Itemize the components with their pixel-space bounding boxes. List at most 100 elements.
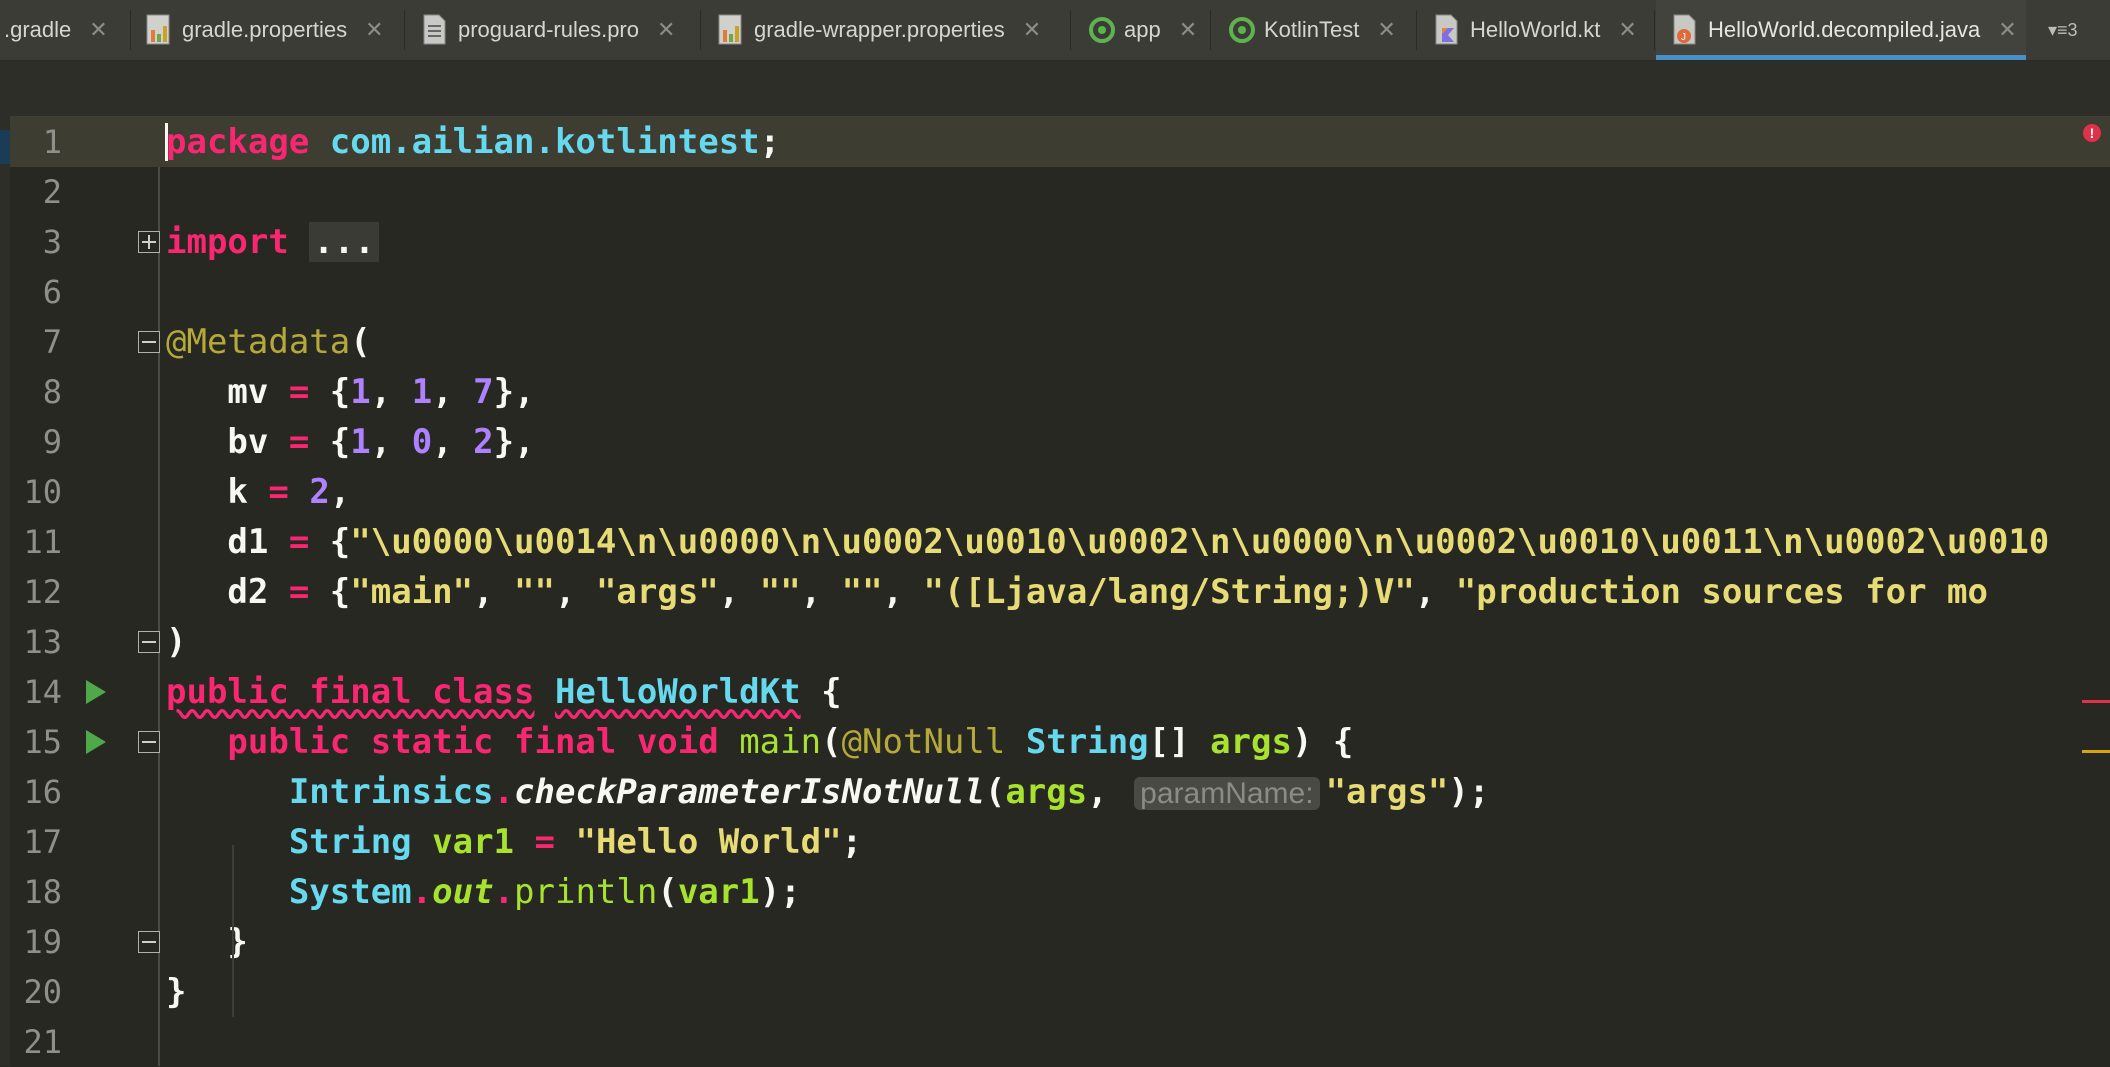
line-number[interactable]: 19 — [10, 917, 62, 967]
code-line[interactable]: 18 System.out.println(var1); — [10, 867, 2110, 917]
close-icon[interactable]: ✕ — [1023, 17, 1041, 43]
code-text: System.out.println(var1); — [166, 867, 801, 917]
line-number[interactable]: 9 — [10, 417, 62, 467]
code-line[interactable]: 16 Intrinsics.checkParameterIsNotNull(ar… — [10, 767, 2110, 817]
tab-label: proguard-rules.pro — [458, 17, 639, 42]
code-editor[interactable]: 1 package com.ailian.kotlintest; 2 3 import … — [10, 117, 2110, 1066]
tab-label: HelloWorld.decompiled.java — [1708, 17, 1981, 42]
line-number[interactable]: 6 — [10, 267, 62, 317]
code-line[interactable]: 20} — [10, 967, 2110, 1017]
warning-stripe[interactable] — [2082, 750, 2110, 753]
run-icon[interactable] — [86, 680, 106, 704]
close-icon[interactable]: ✕ — [1618, 17, 1636, 43]
line-number[interactable]: 1 — [10, 117, 62, 167]
code-text: d1 = {"\u0000\u0014\n\u0000\n\u0002\u001… — [166, 517, 2049, 567]
collapse-fold-icon[interactable] — [138, 731, 160, 753]
close-icon[interactable]: ✕ — [1377, 17, 1395, 43]
tab-overflow-button[interactable]: ▾≡ 3 — [2048, 0, 2078, 60]
collapse-fold-icon[interactable] — [138, 331, 160, 353]
code-token: = — [288, 522, 310, 562]
tab-app[interactable]: app ✕ — [1088, 0, 1197, 60]
tab-helloworld-kt[interactable]: HelloWorld.kt ✕ — [1434, 0, 1637, 60]
code-line[interactable]: 15 public static final void main(@NotNul… — [10, 717, 2110, 767]
code-line[interactable]: 6 — [10, 267, 2110, 317]
line-number[interactable]: 3 — [10, 217, 62, 267]
code-line[interactable]: 9 bv = {1, 0, 2}, — [10, 417, 2110, 467]
tab-kotlintest[interactable]: KotlinTest ✕ — [1228, 0, 1396, 60]
android-module-icon — [1088, 14, 1115, 46]
properties-file-icon — [146, 14, 172, 46]
code-token: ; — [759, 122, 781, 162]
code-line[interactable]: 2 — [10, 167, 2110, 217]
line-number[interactable]: 8 — [10, 367, 62, 417]
tab-proguard-rules[interactable]: proguard-rules.pro ✕ — [422, 0, 675, 60]
line-number[interactable]: 13 — [10, 617, 62, 667]
close-icon[interactable]: ✕ — [1998, 17, 2016, 43]
close-icon[interactable]: ✕ — [89, 17, 107, 43]
tab-label: gradle-wrapper.properties — [754, 17, 1005, 42]
code-token: = — [288, 422, 310, 462]
code-line[interactable]: 13) — [10, 617, 2110, 667]
line-number[interactable]: 11 — [10, 517, 62, 567]
close-icon[interactable]: ✕ — [657, 17, 675, 43]
code-token: ... — [309, 222, 379, 262]
code-line[interactable]: 11 d1 = {"\u0000\u0014\n\u0000\n\u0002\u… — [10, 517, 2110, 567]
line-number[interactable]: 20 — [10, 967, 62, 1017]
code-text: d2 = {"main", "", "args", "", "", "([Lja… — [166, 567, 1988, 617]
error-stripe[interactable] — [2082, 700, 2110, 703]
code-line[interactable]: 19 } — [10, 917, 2110, 967]
error-indicator-icon[interactable]: ! — [2083, 124, 2101, 142]
collapse-fold-icon[interactable] — [138, 931, 160, 953]
code-line[interactable]: 14 public final class HelloWorldKt { — [10, 667, 2110, 717]
tab-gradle-properties[interactable]: gradle.properties ✕ — [146, 0, 384, 60]
code-line[interactable]: 21 — [10, 1017, 2110, 1067]
tab-separator — [1416, 10, 1417, 50]
close-icon[interactable]: ✕ — [1179, 17, 1197, 43]
tab-gradle[interactable]: .gradle ✕ — [4, 0, 108, 60]
code-text: String var1 = "Hello World"; — [166, 817, 862, 867]
line-number[interactable]: 16 — [10, 767, 62, 817]
code-line[interactable]: 17 String var1 = "Hello World"; — [10, 817, 2110, 867]
collapse-fold-icon[interactable] — [138, 631, 160, 653]
tab-helloworld-decompiled-java[interactable]: J HelloWorld.decompiled.java ✕ — [1656, 0, 2026, 60]
code-line[interactable]: 10 k = 2, — [10, 467, 2110, 517]
line-number[interactable]: 15 — [10, 717, 62, 767]
code-token: var1 — [677, 872, 760, 912]
line-number[interactable]: 10 — [10, 467, 62, 517]
line-number[interactable]: 18 — [10, 867, 62, 917]
code-token: main — [739, 722, 822, 762]
code-line[interactable]: 7 @Metadata( — [10, 317, 2110, 367]
expand-fold-icon[interactable] — [138, 231, 160, 253]
line-number[interactable]: 17 — [10, 817, 62, 867]
line-number[interactable]: 14 — [10, 667, 62, 717]
code-token: , — [432, 422, 474, 462]
line-number[interactable]: 12 — [10, 567, 62, 617]
tab-separator — [1210, 10, 1211, 50]
code-text: } — [166, 917, 247, 967]
tab-gradle-wrapper-properties[interactable]: gradle-wrapper.properties ✕ — [718, 0, 1041, 60]
code-text: ) — [166, 617, 186, 667]
code-token: args — [1210, 722, 1292, 762]
code-line[interactable]: 8 mv = {1, 1, 7}, — [10, 367, 2110, 417]
close-icon[interactable]: ✕ — [365, 17, 383, 43]
line-number[interactable]: 7 — [10, 317, 62, 367]
android-module-icon — [1228, 14, 1255, 46]
code-token: package — [166, 122, 310, 162]
code-token: ( — [984, 772, 1006, 812]
line-number[interactable]: 21 — [10, 1017, 62, 1067]
code-token: ); — [1448, 772, 1490, 812]
code-line[interactable]: 3 import ... — [10, 217, 2110, 267]
code-token: 2 — [473, 422, 494, 462]
run-icon[interactable] — [86, 730, 106, 754]
line-number[interactable]: 2 — [10, 167, 62, 217]
code-token: = — [534, 822, 555, 862]
code-token: . — [493, 872, 515, 912]
code-line[interactable]: 12 d2 = {"main", "", "args", "", "", "([… — [10, 567, 2110, 617]
code-line[interactable]: 1 package com.ailian.kotlintest; — [10, 117, 2110, 167]
